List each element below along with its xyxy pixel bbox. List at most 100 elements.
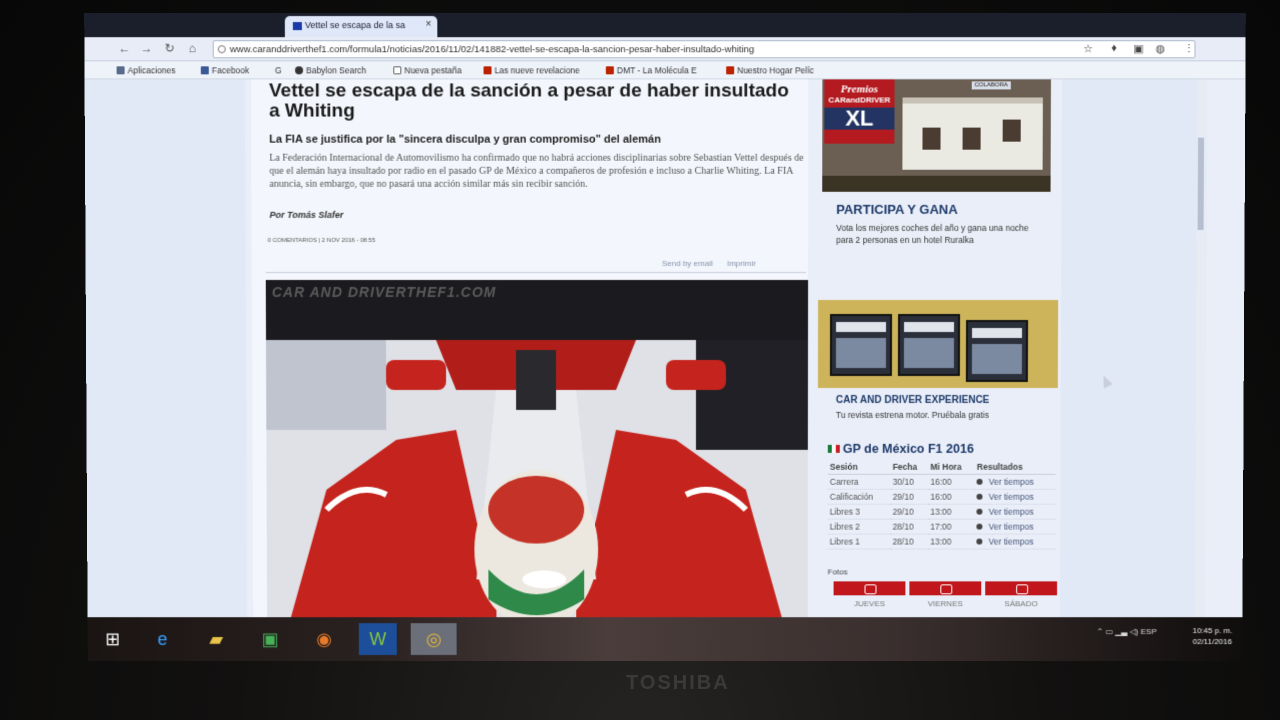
bookmark-item[interactable]: Babylon Search: [295, 65, 366, 75]
photo-gallery-sabado-button[interactable]: [985, 581, 1058, 596]
f1-car-photo: [265, 279, 809, 632]
table-row: Calificación 29/10 16:00 Ver tiempos: [827, 489, 1056, 505]
col-sesion: Sesión: [827, 459, 891, 475]
table-row: Libres 1 28/10 13:00 Ver tiempos: [827, 534, 1056, 550]
time-cell: 16:00: [928, 474, 975, 490]
experience-banner[interactable]: [817, 299, 1059, 388]
explorer-icon[interactable]: ▰: [197, 623, 235, 655]
extension-icon-3[interactable]: ◍: [1155, 42, 1165, 55]
ver-tiempos-link[interactable]: Ver tiempos: [974, 489, 1056, 505]
tab-title: Vettel se escapa de la sa: [304, 20, 406, 31]
magazine-cover: [965, 319, 1029, 382]
date-cell: 29/10: [890, 504, 929, 520]
web-page: Vettel se escapa de la sanción a pesar d…: [84, 79, 1246, 632]
bookmark-item[interactable]: Facebook: [200, 65, 249, 75]
article-author[interactable]: Por Tomás Slafer: [270, 210, 344, 220]
mexico-flag-icon: [827, 444, 840, 453]
bookmark-item[interactable]: Aplicaciones: [116, 65, 175, 75]
day-label: JUEVES: [853, 599, 886, 609]
taskbar: ⊞ e ▰ ▣ ◉ W ◎ ⌃ ▭ ▁▃ ◁) ESP 10:45 p. m. 0…: [87, 617, 1243, 661]
gp-schedule-table: Sesión Fecha Mi Hora Resultados Carrera 3…: [827, 459, 1056, 550]
colabora-tag: COLABORA: [971, 81, 1011, 90]
monitor-frame: Vettel se escapa de la sa × ← → ↻ ⌂ www.…: [0, 0, 1280, 720]
hotel-image: [902, 97, 1043, 170]
menu-icon[interactable]: ⋮: [1183, 42, 1194, 55]
right-column: Premios CARandDRIVER XL COLABORA PARTICI…: [816, 79, 1062, 631]
fotos-label: Fotos: [827, 567, 848, 577]
back-icon[interactable]: ←: [118, 41, 130, 55]
premios-badge: Premios CARandDRIVER XL: [824, 79, 895, 144]
ver-tiempos-link[interactable]: Ver tiempos: [974, 474, 1056, 490]
browser-toolbar: ← → ↻ ⌂ www.caranddriverthef1.com/formul…: [84, 37, 1246, 62]
bookmark-item[interactable]: Nuestro Hogar Pelíc: [726, 65, 814, 75]
table-row: Carrera 30/10 16:00 Ver tiempos: [827, 474, 1056, 490]
col-resultados: Resultados: [974, 459, 1056, 475]
home-icon[interactable]: ⌂: [189, 41, 196, 55]
participa-title[interactable]: PARTICIPA Y GANA: [836, 202, 958, 217]
bookmark-item[interactable]: DMT - La Molécula E: [605, 65, 697, 75]
article-lead: La Federación Internacional de Automovil…: [269, 152, 804, 190]
article-meta[interactable]: 0 COMENTARIOS | 2 NOV 2016 - 08:55: [268, 238, 376, 244]
clock[interactable]: 10:45 p. m. 02/11/2016: [1192, 625, 1232, 647]
system-tray[interactable]: ⌃ ▭ ▁▃ ◁) ESP: [1096, 627, 1156, 636]
store-icon[interactable]: ▣: [251, 623, 289, 655]
close-tab-icon[interactable]: ×: [425, 19, 431, 30]
extension-icon[interactable]: ♦: [1111, 42, 1117, 54]
address-bar[interactable]: www.caranddriverthef1.com/formula1/notic…: [212, 40, 1196, 59]
table-row: Libres 2 28/10 17:00 Ver tiempos: [827, 519, 1056, 535]
time-cell: 16:00: [928, 489, 975, 505]
session-cell: Carrera: [827, 474, 891, 490]
article-photo[interactable]: CAR AND DRIVERTHEF1.COM: [265, 279, 809, 632]
bookmark-item[interactable]: Las nueve revelacione: [483, 65, 580, 75]
ver-tiempos-link[interactable]: Ver tiempos: [974, 504, 1056, 520]
date-cell: 30/10: [890, 474, 929, 490]
print-link[interactable]: Imprimir: [727, 259, 756, 268]
bookmarks-bar: Aplicaciones Facebook G Babylon Search N…: [84, 61, 1246, 80]
scrollbar-thumb[interactable]: [1197, 137, 1205, 230]
premios-banner[interactable]: Premios CARandDRIVER XL COLABORA: [822, 79, 1051, 192]
ver-tiempos-link[interactable]: Ver tiempos: [974, 534, 1056, 550]
send-email-link[interactable]: Send by email: [662, 259, 713, 268]
media-icon[interactable]: ◉: [305, 623, 343, 655]
article: Vettel se escapa de la sanción a pesar d…: [250, 79, 809, 632]
url-text: www.caranddriverthef1.com/formula1/notic…: [229, 44, 755, 56]
date-cell: 28/10: [890, 534, 929, 550]
word-icon[interactable]: W: [358, 623, 397, 655]
screen: Vettel se escapa de la sa × ← → ↻ ⌂ www.…: [84, 13, 1246, 661]
gp-title: GP de México F1 2016: [827, 442, 974, 456]
col-hora: Mi Hora: [928, 459, 975, 475]
photo-gallery-viernes-button[interactable]: [909, 581, 982, 596]
article-title: Vettel se escapa de la sanción a pesar d…: [269, 80, 789, 122]
day-label: VIERNES: [927, 599, 963, 609]
scrollbar[interactable]: [1194, 79, 1208, 632]
session-cell: Calificación: [827, 489, 891, 505]
extension-icon-2[interactable]: ▣: [1133, 42, 1143, 55]
tab-strip: Vettel se escapa de la sa ×: [84, 13, 1246, 38]
experience-text: Tu revista estrena motor. Pruébala grati…: [835, 409, 990, 420]
date-cell: 29/10: [890, 489, 929, 505]
photo-gallery-jueves-button[interactable]: [833, 581, 906, 596]
chrome-icon[interactable]: ◎: [410, 623, 457, 655]
info-icon: [217, 45, 226, 54]
bookmark-star-icon[interactable]: ☆: [1083, 42, 1093, 55]
page-left-margin: [84, 79, 248, 632]
photo-watermark: CAR AND DRIVERTHEF1.COM: [271, 283, 497, 300]
magazine-cover: [897, 313, 961, 376]
ie-icon[interactable]: e: [143, 623, 181, 655]
forward-icon[interactable]: →: [140, 41, 152, 55]
bookmark-item[interactable]: G: [275, 65, 282, 75]
participa-text: Vota los mejores coches del año y gana u…: [836, 222, 1029, 245]
date-cell: 28/10: [890, 519, 929, 535]
ver-tiempos-link[interactable]: Ver tiempos: [974, 519, 1056, 535]
experience-title[interactable]: CAR AND DRIVER EXPERIENCE: [836, 395, 989, 406]
time-cell: 17:00: [928, 519, 975, 535]
share-tools: Send by email Imprimir: [662, 259, 768, 268]
windows-icon[interactable]: ⊞: [94, 623, 132, 655]
reload-icon[interactable]: ↻: [165, 41, 175, 55]
time-cell: 13:00: [928, 534, 975, 550]
browser-tab[interactable]: Vettel se escapa de la sa ×: [284, 16, 438, 38]
table-row: Libres 3 29/10 13:00 Ver tiempos: [827, 504, 1056, 520]
article-subtitle: La FIA se justifica por la "sincera disc…: [269, 133, 661, 146]
time-cell: 13:00: [928, 504, 975, 520]
bookmark-item[interactable]: Nueva pestaña: [393, 65, 462, 75]
